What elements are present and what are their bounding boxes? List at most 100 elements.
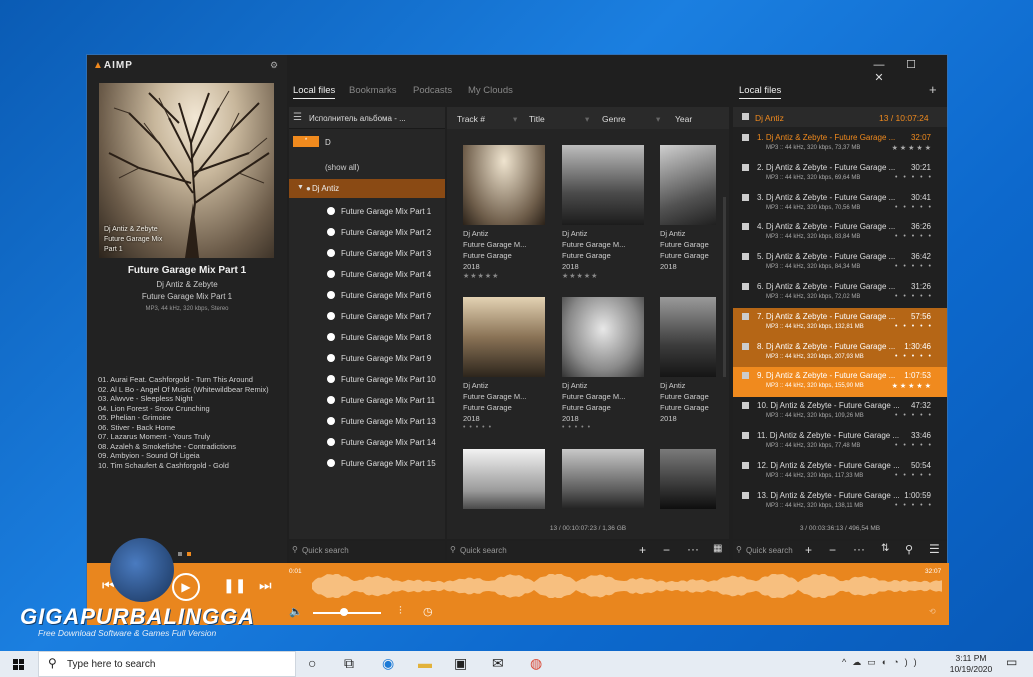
playlist-quick-search[interactable]: ⚲ Quick search + − ··· ⇅ ⚲ ☰	[733, 541, 947, 561]
tree-album-item[interactable]: Future Garage Mix Part 9	[327, 354, 431, 363]
sort-icon[interactable]: ⇅	[881, 543, 889, 554]
album-tile[interactable]: Dj Antiz Future Garage Future Garage 201…	[660, 145, 716, 272]
rating-stars[interactable]: • • • • •	[895, 233, 933, 240]
add-icon[interactable]: +	[805, 543, 812, 557]
add-playlist-icon[interactable]: +	[929, 82, 937, 97]
rating-stars[interactable]: • • • • •	[895, 174, 933, 181]
playlist-item[interactable]: 5. Dj Antiz & Zebyte - Future Garage ...…	[733, 248, 947, 278]
album-thumb[interactable]	[463, 449, 545, 509]
system-tray-icons[interactable]: ^☁▭◐◔))	[842, 657, 923, 668]
play-button[interactable]: ▶	[172, 573, 200, 601]
cortana-icon[interactable]: ○	[308, 655, 316, 671]
grid-view-icon[interactable]: ▦	[713, 543, 722, 554]
tree-album-item[interactable]: Future Garage Mix Part 8	[327, 333, 431, 342]
store-icon[interactable]: ▣	[454, 655, 467, 672]
checkbox-icon[interactable]	[742, 312, 749, 320]
gear-icon[interactable]: ⚙	[270, 60, 278, 71]
playlist-item[interactable]: 2. Dj Antiz & Zebyte - Future Garage ...…	[733, 159, 947, 189]
checkbox-icon[interactable]	[742, 372, 749, 380]
column-title[interactable]: Title	[529, 114, 545, 124]
grid-quick-search[interactable]: ⚲ Quick search + − ··· ▦	[447, 541, 729, 561]
remove-icon[interactable]: −	[663, 543, 670, 557]
tree-album-item[interactable]: Future Garage Mix Part 3	[327, 249, 431, 258]
file-explorer-icon[interactable]: ▬	[418, 655, 432, 671]
rating-stars[interactable]: • • • • •	[895, 412, 933, 419]
taskbar-clock[interactable]: 3:11 PM 10/19/2020	[947, 653, 995, 675]
pause-icon[interactable]: ❚❚	[223, 577, 246, 594]
minimize-button[interactable]: —	[863, 59, 895, 71]
tree-album-item[interactable]: Future Garage Mix Part 6	[327, 291, 431, 300]
rating-stars[interactable]: • • • • •	[895, 442, 933, 449]
rating-stars[interactable]: ★★★★★	[892, 144, 933, 152]
tab-my-clouds[interactable]: My Clouds	[468, 85, 513, 96]
volume-icon[interactable]: 🔈	[289, 605, 303, 618]
tree-album-item[interactable]: Future Garage Mix Part 11	[327, 396, 435, 405]
rating-stars[interactable]: • • • • •	[895, 323, 933, 330]
tree-album-item[interactable]: Future Garage Mix Part 7	[327, 312, 431, 321]
tree-album-item[interactable]: Future Garage Mix Part 13	[327, 417, 436, 426]
tab-local-files[interactable]: Local files	[293, 85, 336, 99]
checkbox-icon[interactable]	[742, 283, 749, 290]
tab-podcasts[interactable]: Podcasts	[413, 85, 452, 96]
playlist-item[interactable]: 10. Dj Antiz & Zebyte - Future Garage ..…	[733, 397, 947, 427]
waveform-seekbar[interactable]	[312, 574, 942, 598]
grid-scrollbar[interactable]	[723, 197, 726, 377]
rating-stars[interactable]: ★★★★★	[463, 272, 545, 280]
maximize-button[interactable]: ☐	[895, 58, 927, 71]
timer-icon[interactable]: ◷	[423, 605, 433, 618]
menu-icon[interactable]: ☰	[929, 542, 940, 556]
taskbar-search-input[interactable]: Type here to search	[67, 659, 155, 670]
grid-search-input[interactable]: Quick search	[460, 546, 507, 555]
close-button[interactable]: ✕	[863, 71, 895, 84]
page-dot[interactable]	[178, 552, 182, 556]
album-thumb[interactable]	[562, 449, 644, 509]
add-icon[interactable]: +	[639, 543, 646, 557]
tree-album-item[interactable]: Future Garage Mix Part 1	[327, 207, 431, 216]
checkbox-icon[interactable]	[742, 134, 749, 141]
checkbox-icon[interactable]	[742, 193, 749, 201]
album-tile[interactable]: Dj Antiz Future Garage M... Future Garag…	[562, 297, 644, 431]
checkbox-icon[interactable]	[742, 491, 749, 499]
rating-stars[interactable]: • • • • •	[895, 353, 933, 360]
tree-album-item[interactable]: Future Garage Mix Part 10	[327, 375, 436, 384]
checkbox-icon[interactable]	[742, 402, 749, 410]
playlist-item[interactable]: 12. Dj Antiz & Zebyte - Future Garage ..…	[733, 457, 947, 487]
column-year[interactable]: Year	[675, 114, 692, 124]
more-icon[interactable]: ···	[687, 542, 699, 556]
tab-playlist-local-files[interactable]: Local files	[739, 85, 782, 99]
tab-bookmarks[interactable]: Bookmarks	[349, 85, 397, 96]
playlist-item[interactable]: 3. Dj Antiz & Zebyte - Future Garage ...…	[733, 189, 947, 219]
search-icon[interactable]: ⚲	[905, 543, 913, 556]
column-genre[interactable]: Genre	[602, 114, 626, 124]
rating-stars[interactable]: • • • • •	[895, 263, 933, 270]
windows-start-icon[interactable]	[0, 651, 38, 677]
playlist-search-input[interactable]: Quick search	[746, 546, 793, 555]
tree-quick-search[interactable]: ⚲ Quick search	[289, 541, 445, 561]
rating-stars[interactable]: • • • • •	[895, 293, 933, 300]
checkbox-icon[interactable]	[742, 461, 749, 469]
tree-album-item[interactable]: Future Garage Mix Part 4	[327, 270, 431, 279]
rating-stars[interactable]: • • • • •	[463, 424, 545, 431]
page-dot-active[interactable]	[187, 552, 191, 556]
repeat-icon[interactable]: ⟲	[929, 607, 936, 616]
column-track[interactable]: Track #	[457, 114, 485, 124]
playlist-item[interactable]: 7. Dj Antiz & Zebyte - Future Garage ...…	[733, 307, 947, 338]
album-tile[interactable]: Dj Antiz Future Garage M... Future Garag…	[463, 297, 545, 431]
tree-search-input[interactable]: Quick search	[302, 546, 349, 555]
album-tile[interactable]: Dj Antiz Future Garage M... Future Garag…	[463, 145, 545, 280]
album-tile[interactable]: Dj Antiz Future Garage M... Future Garag…	[562, 145, 644, 280]
playlist-item[interactable]: 1. Dj Antiz & Zebyte - Future Garage ...…	[733, 129, 947, 159]
rating-stars[interactable]: • • • • •	[895, 204, 933, 211]
rating-stars[interactable]: • • • • •	[562, 424, 644, 431]
playlist-item[interactable]: 4. Dj Antiz & Zebyte - Future Garage ...…	[733, 218, 947, 248]
rating-stars[interactable]: ★★★★★	[892, 382, 933, 390]
mail-icon[interactable]: ✉	[492, 655, 504, 672]
checkbox-icon[interactable]	[742, 342, 749, 350]
volume-knob[interactable]	[339, 608, 348, 616]
more-icon[interactable]: ···	[853, 542, 865, 556]
show-all-item[interactable]: (show all)	[325, 163, 359, 172]
equalizer-icon[interactable]: ⫶	[399, 605, 402, 618]
menu-icon[interactable]: ☰	[293, 112, 302, 123]
remove-icon[interactable]: −	[829, 543, 836, 557]
edge-icon[interactable]: ◉	[382, 655, 394, 672]
